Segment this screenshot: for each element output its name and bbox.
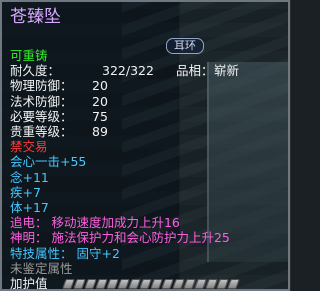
special-effect-line: 神明： 施法保护力和会心防护力上升25: [10, 230, 230, 246]
bonus-line: 会心一击+55: [10, 154, 87, 170]
item-tooltip: 苍臻坠 耳环 可重铸 耐久度： 322/322 品相： 崭新 物理防御： 20 …: [0, 0, 291, 291]
item-category-badge: 耳环: [166, 38, 204, 54]
stat-label: 必要等级：: [10, 108, 73, 124]
stat-label: 物理防御：: [10, 78, 73, 94]
stat-value: 20: [92, 93, 108, 109]
refinable-text: 可重铸: [10, 48, 48, 63]
grade-value: 崭新: [214, 63, 240, 79]
special-effect-line: 追电： 移动速度加成力上升16: [10, 215, 180, 231]
bonus-line: 疾+7: [10, 184, 41, 200]
stat-value: 89: [92, 124, 108, 139]
trade-restriction: 禁交易: [10, 139, 48, 155]
durability-label: 耐久度：: [10, 63, 61, 79]
protection-segment: [227, 279, 240, 289]
bonus-line: 体+17: [10, 200, 49, 215]
stat-label: 法术防御：: [10, 93, 73, 109]
stat-value: 75: [92, 108, 108, 124]
durability-row: 耐久度： 322/322 品相： 崭新: [10, 63, 280, 78]
stat-label: 贵重等级：: [10, 124, 73, 139]
durability-value: 322/322: [102, 63, 154, 79]
protection-label: 加护值: [10, 276, 48, 291]
stat-value: 20: [92, 78, 108, 94]
unidentified-attribute: 未鉴定属性: [10, 260, 73, 276]
item-name: 苍臻坠: [10, 7, 61, 27]
protection-bar: [62, 279, 242, 289]
skill-attribute: 特技属性： 固守+2: [10, 245, 120, 261]
bonus-line: 念+11: [10, 169, 49, 185]
grade-label: 品相：: [176, 63, 214, 79]
